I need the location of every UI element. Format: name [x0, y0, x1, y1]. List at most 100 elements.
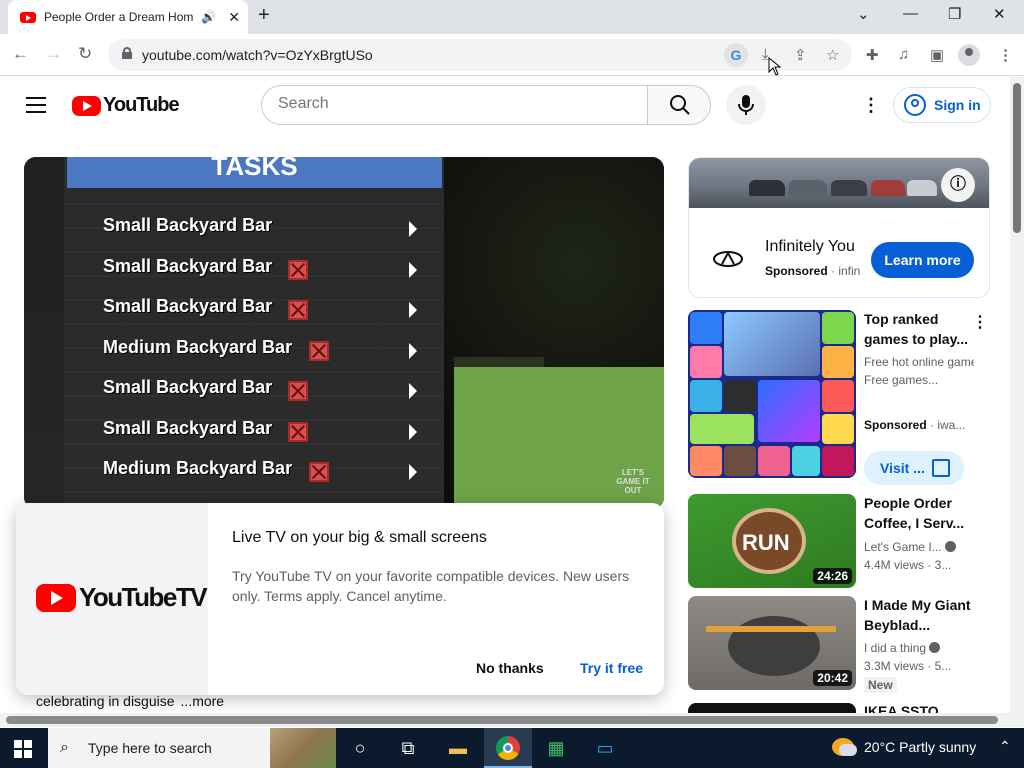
- extensions-icon[interactable]: ✚: [866, 46, 879, 64]
- media-icon[interactable]: ♫: [898, 46, 909, 63]
- sponsored-label: Sponsored: [765, 264, 828, 278]
- task-x-icon: [309, 462, 329, 482]
- search-input[interactable]: Search: [261, 85, 648, 125]
- task-row: Small Backyard Bar: [103, 256, 423, 282]
- scrollbar-thumb[interactable]: [1013, 83, 1021, 233]
- sign-in-button[interactable]: Sign in: [893, 87, 991, 123]
- tasks-header-text: TASKS: [211, 157, 298, 181]
- task-label: Small Backyard Bar: [103, 296, 273, 316]
- cortana-icon[interactable]: ○: [340, 734, 380, 762]
- account-icon: [904, 94, 926, 116]
- chrome-taskbar-button[interactable]: [484, 728, 532, 768]
- speaker-icon[interactable]: 🔊: [201, 10, 216, 24]
- game-tile: [792, 446, 820, 476]
- try-it-free-button[interactable]: Try it free: [580, 660, 643, 676]
- remote-desktop-icon[interactable]: ▭: [585, 734, 625, 762]
- task-arrow-icon: [409, 302, 417, 318]
- close-window-button[interactable]: ✕: [993, 5, 1006, 23]
- game-tile: [758, 380, 820, 442]
- sponsored-thumbnail[interactable]: [688, 310, 856, 478]
- url-text[interactable]: youtube.com/watch?v=OzYxBrgtUSo: [142, 47, 373, 63]
- lock-icon[interactable]: [122, 47, 132, 59]
- store-icon[interactable]: ▦: [536, 734, 576, 762]
- task-arrow-icon: [409, 343, 417, 359]
- kebab-icon[interactable]: ⋮: [972, 312, 988, 332]
- sidebar-video-title[interactable]: Top ranked games to play...: [864, 309, 974, 349]
- settings-kebab-icon[interactable]: ⋮: [862, 95, 880, 116]
- file-explorer-icon[interactable]: ▬: [438, 734, 478, 762]
- beam-shape: [706, 626, 836, 632]
- browser-tab[interactable]: People Order a Dream Hom 🔊 ✕: [8, 0, 248, 34]
- task-row: Medium Backyard Bar: [103, 458, 423, 484]
- task-label: Medium Backyard Bar: [103, 458, 293, 478]
- visit-button[interactable]: Visit ...: [864, 451, 964, 485]
- youtube-tv-play-icon: [36, 583, 76, 612]
- taskbar-search-box[interactable]: ⌕ Type here to search: [48, 728, 336, 768]
- share-icon[interactable]: ⇪: [794, 46, 807, 64]
- channel-name: I did a thing: [864, 641, 974, 655]
- voice-search-button[interactable]: [726, 85, 766, 125]
- profile-icon[interactable]: [958, 44, 980, 66]
- game-tile: [822, 312, 854, 344]
- car-shape: [789, 180, 827, 196]
- search-icon: ⌕: [60, 739, 69, 756]
- task-row: Small Backyard Bar: [103, 377, 423, 403]
- address-bar[interactable]: youtube.com/watch?v=OzYxBrgtUSo G ⤓ ⇪ ☆: [108, 39, 852, 71]
- task-view-icon[interactable]: ⧉: [388, 734, 428, 762]
- video-player[interactable]: TASKS Small Backyard Bar Small Backyard B…: [24, 157, 664, 509]
- browser-toolbar: ← → ↻ youtube.com/watch?v=OzYxBrgtUSo G …: [0, 34, 1024, 76]
- game-tile: [724, 446, 756, 476]
- game-tile: [822, 414, 854, 444]
- tray-chevron-icon[interactable]: ⌃: [999, 738, 1011, 755]
- new-tab-button[interactable]: +: [258, 4, 270, 27]
- more-link[interactable]: ...more: [181, 693, 225, 709]
- task-x-icon: [309, 341, 329, 361]
- learn-more-button[interactable]: Learn more: [871, 242, 974, 278]
- star-icon[interactable]: ☆: [826, 46, 839, 64]
- advertiser-domain: · iwa...: [926, 418, 966, 432]
- scrollbar-thumb[interactable]: [6, 716, 998, 724]
- close-tab-icon[interactable]: ✕: [228, 9, 240, 26]
- windows-start-icon[interactable]: [14, 740, 32, 758]
- car-shape: [831, 180, 867, 196]
- back-icon[interactable]: ←: [12, 44, 29, 64]
- info-icon[interactable]: ⓘ: [941, 168, 975, 202]
- horizontal-scrollbar[interactable]: [0, 713, 1010, 727]
- car-shape: [749, 180, 785, 196]
- sidebar-video-title[interactable]: I Made My Giant Beyblad...: [864, 595, 974, 635]
- task-arrow-icon: [409, 383, 417, 399]
- task-label: Small Backyard Bar: [103, 256, 273, 276]
- google-icon[interactable]: G: [724, 43, 748, 67]
- task-row: Small Backyard Bar: [103, 296, 423, 322]
- game-tile: [822, 346, 854, 378]
- forward-icon[interactable]: →: [45, 44, 62, 64]
- sidebar-video-title[interactable]: IKEA SSTO...: [864, 703, 974, 713]
- minimize-button[interactable]: —: [903, 5, 918, 22]
- sidebar-video-title[interactable]: People Order Coffee, I Serv...: [864, 493, 974, 533]
- task-label: Small Backyard Bar: [103, 215, 273, 235]
- chevron-down-icon[interactable]: ⌄: [857, 5, 870, 23]
- video-description[interactable]: celebrating in disguise ...more: [36, 693, 224, 709]
- video-thumbnail[interactable]: 20:42: [688, 596, 856, 690]
- reload-icon[interactable]: ↻: [78, 44, 92, 64]
- infiniti-logo-icon: [713, 250, 743, 267]
- ad-card[interactable]: ⓘ Infinitely You Sponsored · infinitiusa…: [688, 157, 990, 298]
- no-thanks-button[interactable]: No thanks: [476, 660, 544, 676]
- video-thumbnail[interactable]: [688, 703, 856, 713]
- hamburger-menu-icon[interactable]: [26, 97, 46, 113]
- video-thumbnail[interactable]: RUN 24:26: [688, 494, 856, 588]
- search-button[interactable]: [647, 85, 711, 125]
- restore-button[interactable]: ❐: [948, 5, 961, 23]
- weather-widget[interactable]: 20°C Partly sunny: [832, 738, 976, 756]
- channel-name: Let's Game I...: [864, 540, 974, 554]
- sidepanel-icon[interactable]: ▣: [930, 46, 944, 64]
- game-tile: [822, 446, 854, 476]
- vertical-scrollbar[interactable]: [1010, 77, 1024, 727]
- menu-icon[interactable]: ⋮: [998, 46, 1013, 64]
- taskbar-search-placeholder: Type here to search: [88, 740, 212, 756]
- thumbnail-text: RUN: [742, 530, 790, 555]
- youtube-logo[interactable]: YouTube: [72, 94, 180, 117]
- task-row: Small Backyard Bar: [103, 418, 423, 444]
- partly-sunny-icon: [832, 738, 857, 756]
- task-arrow-icon: [409, 221, 417, 237]
